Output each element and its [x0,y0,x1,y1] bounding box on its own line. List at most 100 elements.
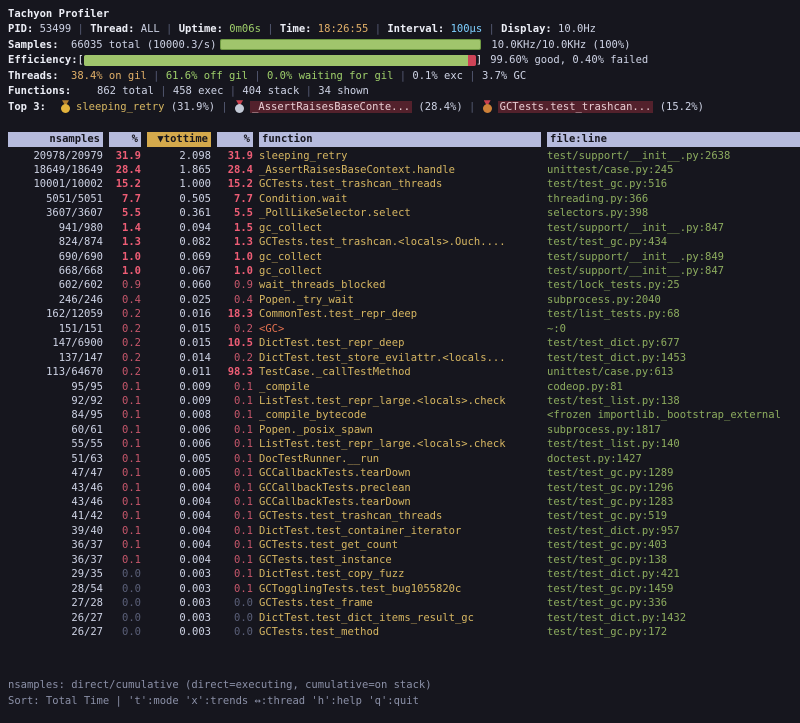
table-row[interactable]: 47/470.10.0050.1GCCallbackTests.tearDown… [8,466,800,480]
direct-pct-cell: 1.0 [109,250,141,264]
table-row[interactable]: 29/350.00.0030.1DictTest.test_copy_fuzzt… [8,567,800,581]
table-row[interactable]: 27/280.00.0030.0GCTests.test_frametest/t… [8,596,800,610]
direct-pct-cell: 0.1 [109,466,141,480]
col-header-function[interactable]: function [259,132,541,147]
direct-pct-cell: 0.0 [109,596,141,610]
table-row[interactable]: 28/540.00.0030.1GCTogglingTests.test_bug… [8,582,800,596]
nsamples-cell: 137/147 [8,351,103,365]
meta-value: 53499 [40,23,72,35]
silver-medal-icon [234,100,245,113]
table-row[interactable]: 36/370.10.0040.1GCTests.test_instancetes… [8,553,800,567]
cumulative-pct-cell: 31.9 [217,149,253,163]
top3-label: Top 3: [8,101,60,113]
cumulative-pct-cell: 1.3 [217,235,253,249]
table-row[interactable]: 690/6901.00.0691.0gc_collecttest/support… [8,250,800,264]
gold-medal-icon [60,100,71,113]
nsamples-cell: 26/27 [8,611,103,625]
col-header-cumulative-pct[interactable]: % [217,132,253,147]
table-row[interactable]: 20978/2097931.92.09831.9sleeping_retryte… [8,149,800,163]
table-row[interactable]: 95/950.10.0090.1_compilecodeop.py:81 [8,380,800,394]
table-row[interactable]: 147/69000.20.01510.5DictTest.test_repr_d… [8,336,800,350]
table-row[interactable]: 84/950.10.0080.1_compile_bytecode<frozen… [8,408,800,422]
function-cell: wait_threads_blocked [259,278,541,292]
top3-function-name: sleeping_retry [76,101,165,113]
function-cell: DictTest.test_store_evilattr.<locals... [259,351,541,365]
fileline-cell: subprocess.py:1817 [547,423,800,437]
table-row[interactable]: 113/646700.20.01198.3TestCase._callTestM… [8,365,800,379]
nsamples-cell: 147/6900 [8,336,103,350]
table-row[interactable]: 602/6020.90.0600.9wait_threads_blockedte… [8,278,800,292]
table-row[interactable]: 60/610.10.0060.1Popen._posix_spawnsubpro… [8,423,800,437]
tottime-cell: 0.014 [147,351,211,365]
col-header-nsamples[interactable]: nsamples [8,132,103,147]
table-row[interactable]: 137/1470.20.0140.2DictTest.test_store_ev… [8,351,800,365]
table-row[interactable]: 26/270.00.0030.0DictTest.test_dict_items… [8,611,800,625]
cumulative-pct-cell: 0.1 [217,394,253,408]
top3-percent: (15.2%) [653,101,704,113]
direct-pct-cell: 7.7 [109,192,141,206]
direct-pct-cell: 0.2 [109,351,141,365]
table-row[interactable]: 51/630.10.0050.1DocTestRunner.__rundocte… [8,452,800,466]
table-row[interactable]: 41/420.10.0040.1GCTests.test_trashcan_th… [8,509,800,523]
table-row[interactable]: 55/550.10.0060.1ListTest.test_repr_large… [8,437,800,451]
fileline-cell: test/support/__init__.py:849 [547,250,800,264]
fileline-cell: test/test_list.py:138 [547,394,800,408]
nsamples-cell: 18649/18649 [8,163,103,177]
thread-stat: 0.0% waiting for gil [267,70,393,82]
functions-stat: 404 stack [242,85,299,97]
function-cell: GCTests.test_instance [259,553,541,567]
table-row[interactable]: 941/9801.40.0941.5gc_collecttest/support… [8,221,800,235]
fileline-cell: test/test_gc.py:1459 [547,582,800,596]
table-row[interactable]: 5051/50517.70.5057.7Condition.waitthread… [8,192,800,206]
function-cell: Popen._try_wait [259,293,541,307]
cumulative-pct-cell: 0.1 [217,538,253,552]
tottime-cell: 0.011 [147,365,211,379]
tottime-cell: 0.009 [147,394,211,408]
separator: | [463,70,482,82]
function-cell: ListTest.test_repr_large.<locals>.check [259,394,541,408]
fileline-cell: test/test_dict.py:677 [547,336,800,350]
table-row[interactable]: 92/920.10.0090.1ListTest.test_repr_large… [8,394,800,408]
direct-pct-cell: 0.1 [109,481,141,495]
nsamples-cell: 246/246 [8,293,103,307]
tottime-cell: 0.005 [147,452,211,466]
threads-line: Threads:38.4% on gil | 61.6% off gil | 0… [8,68,800,84]
profiler-screen: Tachyon Profiler PID: 53499 | Thread: AL… [0,0,800,723]
fileline-cell: test/test_gc.py:1283 [547,495,800,509]
cumulative-pct-cell: 0.1 [217,423,253,437]
table-row[interactable]: 824/8741.30.0821.3GCTests.test_trashcan.… [8,235,800,249]
table-row[interactable]: 162/120590.20.01618.3CommonTest.test_rep… [8,307,800,321]
table-row[interactable]: 26/270.00.0030.0GCTests.test_methodtest/… [8,625,800,639]
functions-label: Functions: [8,85,97,97]
table-row[interactable]: 39/400.10.0040.1DictTest.test_container_… [8,524,800,538]
table-header-row: nsamples% ▼tottime% function file:line [8,132,800,147]
function-cell: GCTests.test_trashcan.<locals>.Ouch.... [259,235,541,249]
table-row[interactable]: 18649/1864928.41.86528.4_AssertRaisesBas… [8,163,800,177]
direct-pct-cell: 0.2 [109,307,141,321]
tottime-cell: 0.004 [147,495,211,509]
table-row[interactable]: 43/460.10.0040.1GCCallbackTests.tearDown… [8,495,800,509]
table-row[interactable]: 151/1510.20.0150.2<GC>~:0 [8,322,800,336]
table-row[interactable]: 43/460.10.0040.1GCCallbackTests.preclean… [8,481,800,495]
table-row[interactable]: 3607/36075.50.3615.5_PollLikeSelector.se… [8,206,800,220]
col-header-direct-pct[interactable]: % [109,132,141,147]
top3-percent: (28.4%) [412,101,463,113]
direct-pct-cell: 0.1 [109,524,141,538]
direct-pct-cell: 0.2 [109,322,141,336]
function-cell: gc_collect [259,221,541,235]
footer-keybindings: Sort: Total Time | 't':mode 'x':trends ↔… [8,693,800,709]
function-cell: sleeping_retry [259,149,541,163]
col-header-tottime[interactable]: ▼tottime [147,132,211,147]
table-row[interactable]: 668/6681.00.0671.0gc_collecttest/support… [8,264,800,278]
nsamples-cell: 43/46 [8,495,103,509]
table-row[interactable]: 36/370.10.0040.1GCTests.test_get_countte… [8,538,800,552]
cumulative-pct-cell: 0.0 [217,596,253,610]
fileline-cell: test/test_gc.py:172 [547,625,800,639]
direct-pct-cell: 0.0 [109,611,141,625]
cumulative-pct-cell: 0.2 [217,322,253,336]
table-row[interactable]: 10001/1000215.21.00015.2GCTests.test_tra… [8,177,800,191]
tottime-cell: 1.865 [147,163,211,177]
col-header-fileline[interactable]: file:line [547,132,800,147]
tottime-cell: 0.082 [147,235,211,249]
table-row[interactable]: 246/2460.40.0250.4Popen._try_waitsubproc… [8,293,800,307]
